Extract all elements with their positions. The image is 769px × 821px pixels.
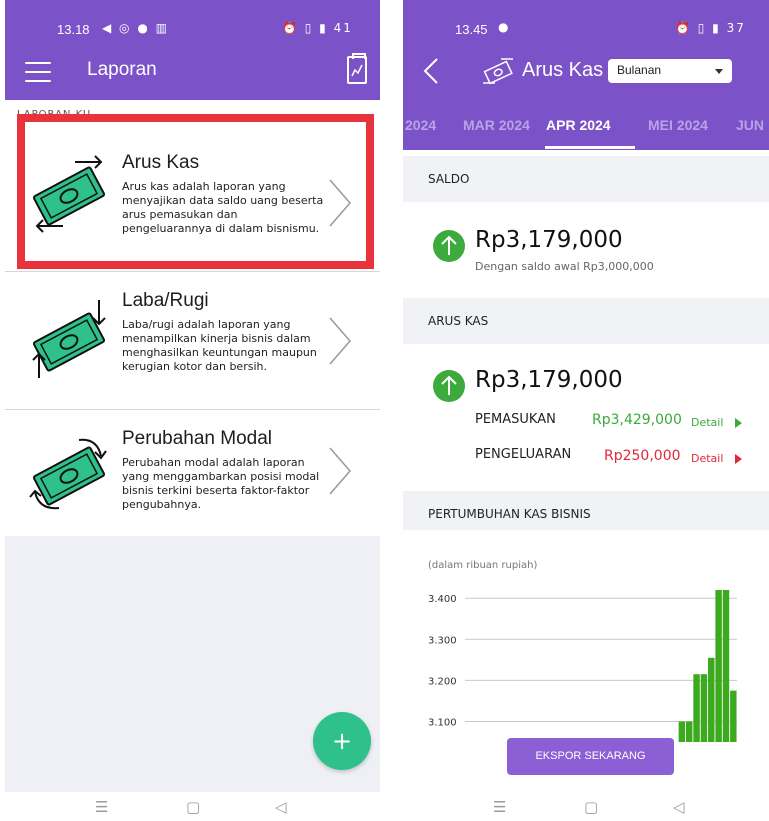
tab-month[interactable]: 2024 bbox=[405, 117, 436, 133]
y-tick-label: 3.400 bbox=[428, 594, 457, 605]
menu-icon[interactable] bbox=[25, 62, 51, 82]
tab-month[interactable]: MEI 2024 bbox=[648, 117, 708, 133]
profit-loss-icon bbox=[32, 300, 106, 378]
section-title: PERTUMBUHAN KAS BISNIS bbox=[428, 507, 591, 521]
arus-kas-amount: Rp3,179,000 bbox=[475, 367, 623, 393]
section-header-saldo: SALDO bbox=[403, 156, 769, 202]
money-flow-icon bbox=[483, 58, 513, 85]
nav-back-icon[interactable]: ◁ bbox=[275, 798, 287, 816]
income-detail-link[interactable]: Detail bbox=[691, 416, 723, 429]
status-system-icons: ⏰ ▯ ▮ 37 bbox=[675, 21, 746, 35]
expense-detail-link[interactable]: Detail bbox=[691, 452, 723, 465]
report-description: Laba/rugi adalah laporan yang menampilka… bbox=[122, 318, 317, 373]
chart-bar bbox=[715, 590, 722, 742]
app-bar: Arus Kas Bulanan bbox=[403, 42, 769, 100]
nav-menu-icon[interactable]: ☰ bbox=[95, 798, 108, 816]
expense-label: PENGELUARAN bbox=[475, 447, 572, 462]
system-nav-bar: ☰ ▢ ◁ bbox=[403, 792, 769, 821]
page-title: Laporan bbox=[87, 59, 157, 80]
tab-month-active[interactable]: APR 2024 bbox=[546, 117, 611, 133]
section-title: SALDO bbox=[428, 172, 470, 186]
chevron-right-icon bbox=[329, 447, 351, 495]
saldo-note: Dengan saldo awal Rp3,000,000 bbox=[475, 260, 654, 273]
chart-bar bbox=[678, 721, 686, 742]
month-tabs: 2024 MAR 2024 APR 2024 MEI 2024 JUN bbox=[403, 100, 769, 150]
period-select[interactable]: Bulanan bbox=[608, 59, 732, 83]
nav-menu-icon[interactable]: ☰ bbox=[493, 798, 506, 816]
nav-home-icon[interactable]: ▢ bbox=[584, 798, 598, 816]
play-right-icon[interactable] bbox=[735, 418, 742, 428]
report-item-perubahan-modal[interactable]: Perubahan Modal Perubahan modal adalah l… bbox=[5, 410, 380, 536]
expense-amount: Rp250,000 bbox=[604, 448, 681, 464]
report-title: Laba/Rugi bbox=[122, 290, 209, 311]
active-tab-indicator bbox=[545, 146, 635, 149]
section-header-arus-kas: ARUS KAS bbox=[403, 298, 769, 344]
status-time: 13.45 bbox=[455, 22, 488, 37]
play-right-icon[interactable] bbox=[735, 454, 742, 464]
report-item-laba-rugi[interactable]: Laba/Rugi Laba/rugi adalah laporan yang … bbox=[5, 272, 380, 410]
saldo-amount: Rp3,179,000 bbox=[475, 227, 623, 253]
app-bar: Laporan bbox=[5, 42, 380, 100]
income-label: PEMASUKAN bbox=[475, 412, 556, 427]
highlight-box bbox=[17, 114, 374, 269]
left-screen: 13.18 ◀ ◎ ● ▥ ⏰ ▯ ▮ 41 Laporan LAPORAN K… bbox=[5, 0, 380, 821]
tab-month[interactable]: JUN bbox=[736, 117, 764, 133]
status-bar: 13.45 ● ⏰ ▯ ▮ 37 bbox=[403, 0, 769, 42]
chart-bar bbox=[685, 721, 693, 742]
arrow-up-icon bbox=[433, 230, 465, 262]
add-button[interactable]: + bbox=[313, 712, 371, 770]
report-title: Perubahan Modal bbox=[122, 428, 272, 449]
arrow-up-icon bbox=[433, 370, 465, 402]
period-select-value: Bulanan bbox=[617, 63, 662, 77]
export-button[interactable]: EKSPOR SEKARANG bbox=[507, 738, 674, 775]
status-system-icons: ⏰ ▯ ▮ 41 bbox=[282, 21, 353, 35]
tab-month[interactable]: MAR 2024 bbox=[463, 117, 530, 133]
chart-bar bbox=[700, 674, 708, 742]
y-tick-label: 3.100 bbox=[428, 717, 457, 728]
y-tick-label: 3.300 bbox=[428, 635, 457, 646]
status-bar: 13.18 ◀ ◎ ● ▥ ⏰ ▯ ▮ 41 bbox=[5, 0, 380, 42]
report-clipboard-icon[interactable] bbox=[347, 53, 367, 84]
chart-bar bbox=[693, 674, 700, 742]
chevron-right-icon bbox=[329, 317, 351, 365]
notification-icon: ● bbox=[498, 20, 511, 34]
chevron-down-icon bbox=[715, 69, 723, 74]
report-description: Perubahan modal adalah laporan yang meng… bbox=[122, 456, 320, 511]
status-notification-icons: ◀ ◎ ● ▥ bbox=[102, 21, 169, 35]
chart-bar bbox=[722, 590, 730, 742]
right-screen: 13.45 ● ⏰ ▯ ▮ 37 Arus Kas Bulanan 2024 M… bbox=[403, 0, 769, 821]
back-icon[interactable] bbox=[423, 57, 439, 85]
nav-home-icon[interactable]: ▢ bbox=[186, 798, 200, 816]
y-tick-label: 3.200 bbox=[428, 676, 457, 687]
income-amount: Rp3,429,000 bbox=[592, 412, 682, 428]
system-nav-bar: ☰ ▢ ◁ bbox=[5, 792, 380, 821]
chart-bar bbox=[708, 657, 715, 742]
page-title: Arus Kas bbox=[522, 59, 604, 81]
chart-bar bbox=[730, 690, 737, 742]
nav-back-icon[interactable]: ◁ bbox=[673, 798, 685, 816]
section-title: ARUS KAS bbox=[428, 314, 489, 328]
capital-change-icon bbox=[29, 438, 107, 510]
status-time: 13.18 bbox=[57, 22, 90, 37]
